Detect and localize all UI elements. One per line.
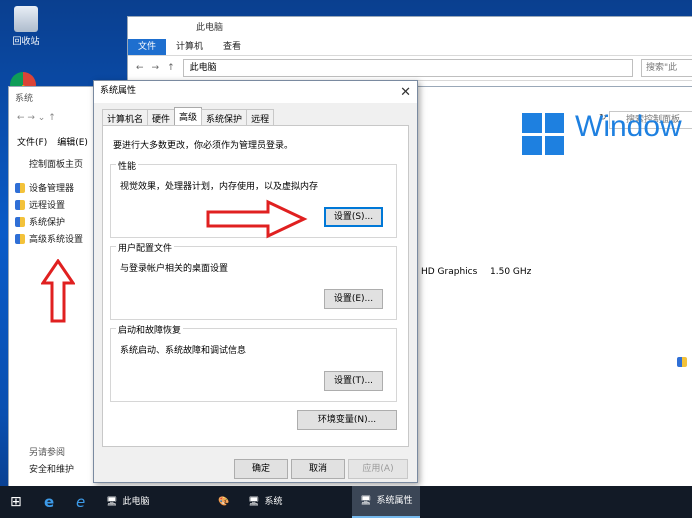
up-icon[interactable]: ↑ — [167, 63, 175, 73]
tab-advanced[interactable]: 高级 — [174, 107, 203, 127]
task-remote-settings[interactable]: 远程设置 — [15, 198, 65, 211]
startup-recovery-desc: 系统启动、系统故障和调试信息 — [120, 346, 247, 356]
explorer-titlebar: 此电脑 — [128, 17, 692, 39]
user-profiles-desc: 与登录帐户相关的桌面设置 — [120, 264, 229, 274]
close-icon[interactable]: ✕ — [400, 83, 411, 103]
explorer-address-field[interactable]: 此电脑 — [182, 59, 633, 77]
control-panel-home-link[interactable]: 控制面板主页 — [29, 157, 83, 170]
system-nav-arrows[interactable]: ← → ⌄ ↑ — [17, 113, 56, 123]
menu-edit[interactable]: 编辑(E) — [57, 135, 88, 148]
environment-variables-button[interactable]: 环境变量(N)... — [297, 410, 397, 430]
taskbar-item-this-pc[interactable]: 🖥 此电脑 — [106, 486, 149, 518]
cpu-speed: 1.50 GHz — [490, 267, 532, 277]
computer-icon: 🖥 — [360, 496, 372, 506]
forward-icon[interactable]: → — [152, 63, 160, 73]
shield-icon — [677, 357, 687, 367]
system-title: 系统 — [15, 94, 34, 104]
system-menubar: 文件(F) 编辑(E) — [17, 135, 88, 148]
edge-icon[interactable]: e — [44, 486, 54, 518]
back-icon[interactable]: ← — [136, 63, 144, 73]
recycle-bin-shortcut[interactable]: 回收站 — [8, 6, 44, 47]
explorer-ribbon: 文件 计算机 查看 — [128, 39, 692, 55]
performance-title: 性能 — [116, 159, 139, 172]
red-right-arrow-annotation — [206, 199, 308, 239]
task-system-protection[interactable]: 系统保护 — [15, 215, 65, 228]
taskbar: ⊞ e e 🖥 此电脑 🎨 🖥 系统 🖥 系统属性 — [0, 486, 692, 518]
watermark-text: 搜狗指南 — [512, 438, 617, 468]
recycle-bin-icon — [14, 6, 38, 32]
explorer-address-bar: ← → ↑ 此电脑 搜索"此 — [128, 55, 692, 81]
see-also-title: 另请参阅 — [29, 448, 66, 458]
tab-file[interactable]: 文件 — [128, 39, 167, 55]
advanced-tab-panel: 要进行大多数更改，你必须作为管理员登录。 性能 视觉效果，处理器计划，内存使用，… — [102, 125, 409, 447]
ie-icon[interactable]: e — [76, 486, 85, 518]
tab-view[interactable]: 查看 — [213, 39, 251, 55]
computer-icon: 🖥 — [106, 497, 118, 507]
user-profiles-group: 用户配置文件 与登录帐户相关的桌面设置 设置(E)... — [110, 241, 397, 320]
shield-icon — [15, 199, 25, 210]
recycle-bin-label: 回收站 — [12, 37, 40, 47]
apply-button[interactable]: 应用(A) — [348, 459, 408, 479]
startup-recovery-group: 启动和故障恢复 系统启动、系统故障和调试信息 设置(T)... — [110, 323, 397, 402]
user-profiles-settings-button[interactable]: 设置(E)... — [324, 289, 383, 309]
explorer-title: 此电脑 — [196, 23, 224, 33]
startup-recovery-settings-button[interactable]: 设置(T)... — [324, 371, 383, 391]
tab-computer[interactable]: 计算机 — [166, 39, 213, 55]
task-advanced-settings[interactable]: 高级系统设置 — [15, 232, 83, 245]
system-properties-dialog: 系统属性 ✕ 计算机名 硬件 高级 系统保护 远程 要进行大多数更改，你必须作为… — [93, 80, 418, 483]
computer-icon: 🖥 — [248, 497, 260, 507]
explorer-search-input[interactable]: 搜索"此 — [641, 59, 692, 77]
shield-icon — [15, 182, 25, 193]
dialog-titlebar: 系统属性 ✕ — [94, 81, 417, 103]
admin-note: 要进行大多数更改，你必须作为管理员登录。 — [113, 141, 294, 151]
cancel-button[interactable]: 取消 — [291, 459, 345, 479]
paint-icon[interactable]: 🎨 — [218, 486, 229, 518]
shield-icon — [15, 233, 25, 244]
start-windows-icon[interactable]: ⊞ — [10, 486, 22, 518]
red-up-arrow-annotation — [41, 259, 75, 323]
performance-settings-button[interactable]: 设置(S)... — [324, 207, 383, 227]
taskbar-item-system[interactable]: 🖥 系统 — [248, 486, 282, 518]
shield-icon — [15, 216, 25, 227]
windows-logo-icon — [522, 113, 564, 155]
security-maintenance-link[interactable]: 安全和维护 — [29, 462, 74, 475]
windows-brand-text: Window — [575, 110, 682, 143]
dialog-title: 系统属性 — [100, 86, 137, 96]
ok-button[interactable]: 确定 — [234, 459, 288, 479]
menu-file[interactable]: 文件(F) — [17, 135, 47, 148]
startup-recovery-title: 启动和故障恢复 — [116, 323, 184, 336]
task-device-manager[interactable]: 设备管理器 — [15, 181, 74, 194]
user-profiles-title: 用户配置文件 — [116, 241, 175, 254]
graphics-info: HD Graphics — [421, 267, 478, 277]
taskbar-item-system-properties[interactable]: 🖥 系统属性 — [352, 486, 421, 518]
performance-desc: 视觉效果，处理器计划，内存使用，以及虚拟内存 — [120, 182, 319, 192]
